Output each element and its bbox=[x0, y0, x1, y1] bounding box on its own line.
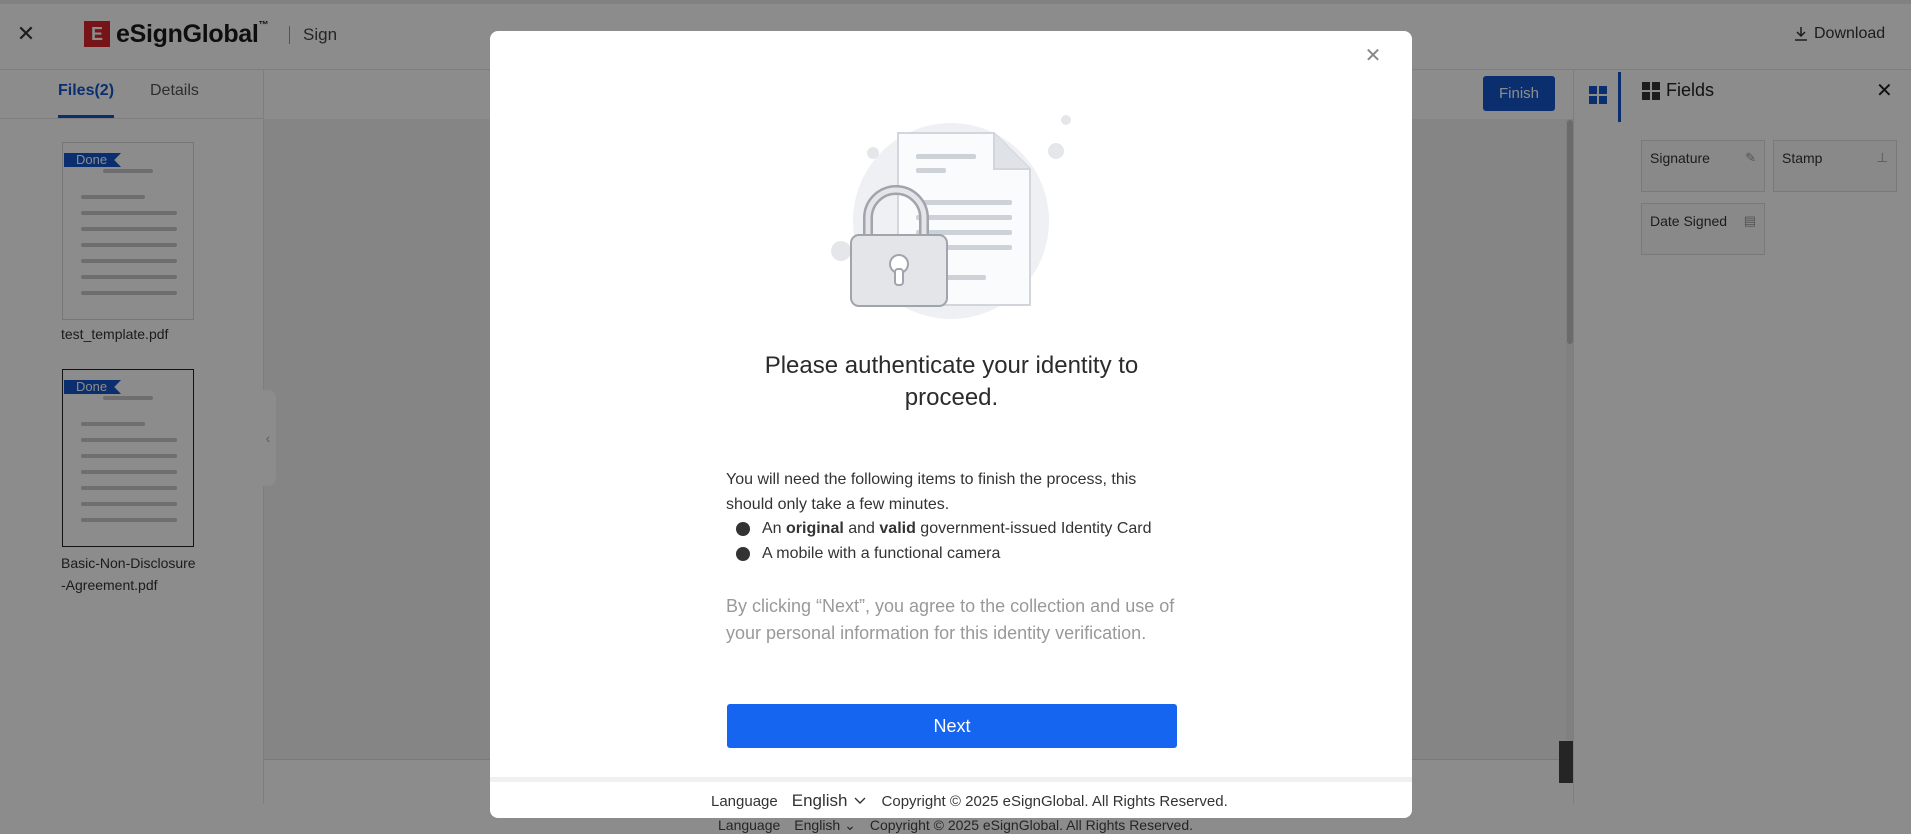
close-icon[interactable]: ✕ bbox=[1361, 44, 1385, 68]
requirement-item: An original and valid government-issued … bbox=[736, 516, 1190, 541]
dialog-footer: Language English Copyright © 2025 eSignG… bbox=[711, 791, 1228, 811]
dialog-intro: You will need the following items to fin… bbox=[726, 471, 1137, 513]
requirement-item: A mobile with a functional camera bbox=[736, 541, 1190, 566]
copyright-text: Copyright © 2025 eSignGlobal. All Rights… bbox=[881, 792, 1228, 810]
dialog-title: Please authenticate your identity to pro… bbox=[764, 352, 1139, 411]
language-label: Language bbox=[711, 792, 778, 810]
requirement-text: A mobile with a functional camera bbox=[762, 545, 1001, 562]
bullet-icon bbox=[736, 546, 750, 561]
dialog-footer-divider bbox=[490, 777, 1412, 782]
bullet-icon bbox=[736, 521, 750, 536]
requirement-text: An original and valid government-issued … bbox=[762, 520, 1152, 537]
consent-notice: By clicking “Next”, you agree to the col… bbox=[726, 596, 1175, 643]
locked-document-illustration bbox=[831, 115, 1071, 319]
next-button[interactable]: Next bbox=[727, 704, 1177, 748]
chevron-down-icon bbox=[854, 797, 866, 804]
language-value: English bbox=[791, 791, 848, 810]
language-select[interactable]: English bbox=[792, 791, 866, 811]
